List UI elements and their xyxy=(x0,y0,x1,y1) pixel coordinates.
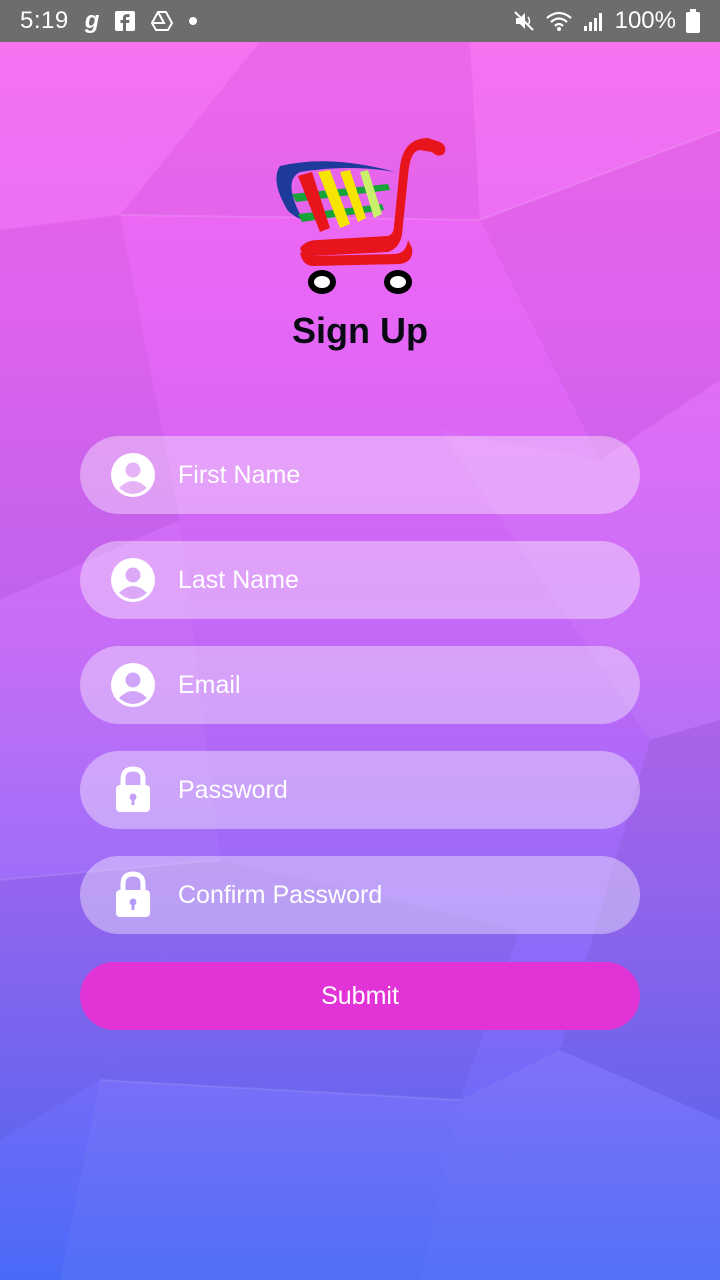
facebook-icon xyxy=(115,11,136,31)
last-name-field[interactable] xyxy=(80,541,640,619)
g-app-icon: g xyxy=(84,7,100,34)
email-input[interactable] xyxy=(176,669,600,701)
drive-icon xyxy=(151,11,174,31)
submit-button[interactable]: Submit xyxy=(80,962,640,1030)
mute-icon xyxy=(513,11,534,31)
signup-screen: Sign Up First Name Last Name Email Submi… xyxy=(0,0,720,1280)
person-icon xyxy=(110,662,156,708)
first-name-field[interactable] xyxy=(80,436,640,514)
email-field[interactable] xyxy=(80,646,640,724)
status-bar: 5:19 g 100% xyxy=(0,0,720,42)
dot-icon xyxy=(189,17,198,25)
lock-icon xyxy=(110,871,156,918)
last-name-input[interactable] xyxy=(176,564,600,596)
page-title: Sign Up xyxy=(292,310,428,351)
first-name-input[interactable] xyxy=(176,459,600,491)
confirm-password-input[interactable] xyxy=(176,879,600,911)
wifi-icon xyxy=(545,11,572,31)
battery-icon xyxy=(686,9,700,33)
password-field[interactable] xyxy=(80,751,640,829)
status-time: 5:19 xyxy=(20,7,69,34)
person-icon xyxy=(110,557,156,603)
confirm-password-field[interactable] xyxy=(80,856,640,934)
lock-icon xyxy=(110,766,156,813)
shopping-cart-logo-icon xyxy=(276,138,446,294)
battery-percent: 100% xyxy=(614,7,676,34)
signal-icon xyxy=(583,13,602,31)
password-input[interactable] xyxy=(176,774,600,806)
person-icon xyxy=(110,452,156,498)
